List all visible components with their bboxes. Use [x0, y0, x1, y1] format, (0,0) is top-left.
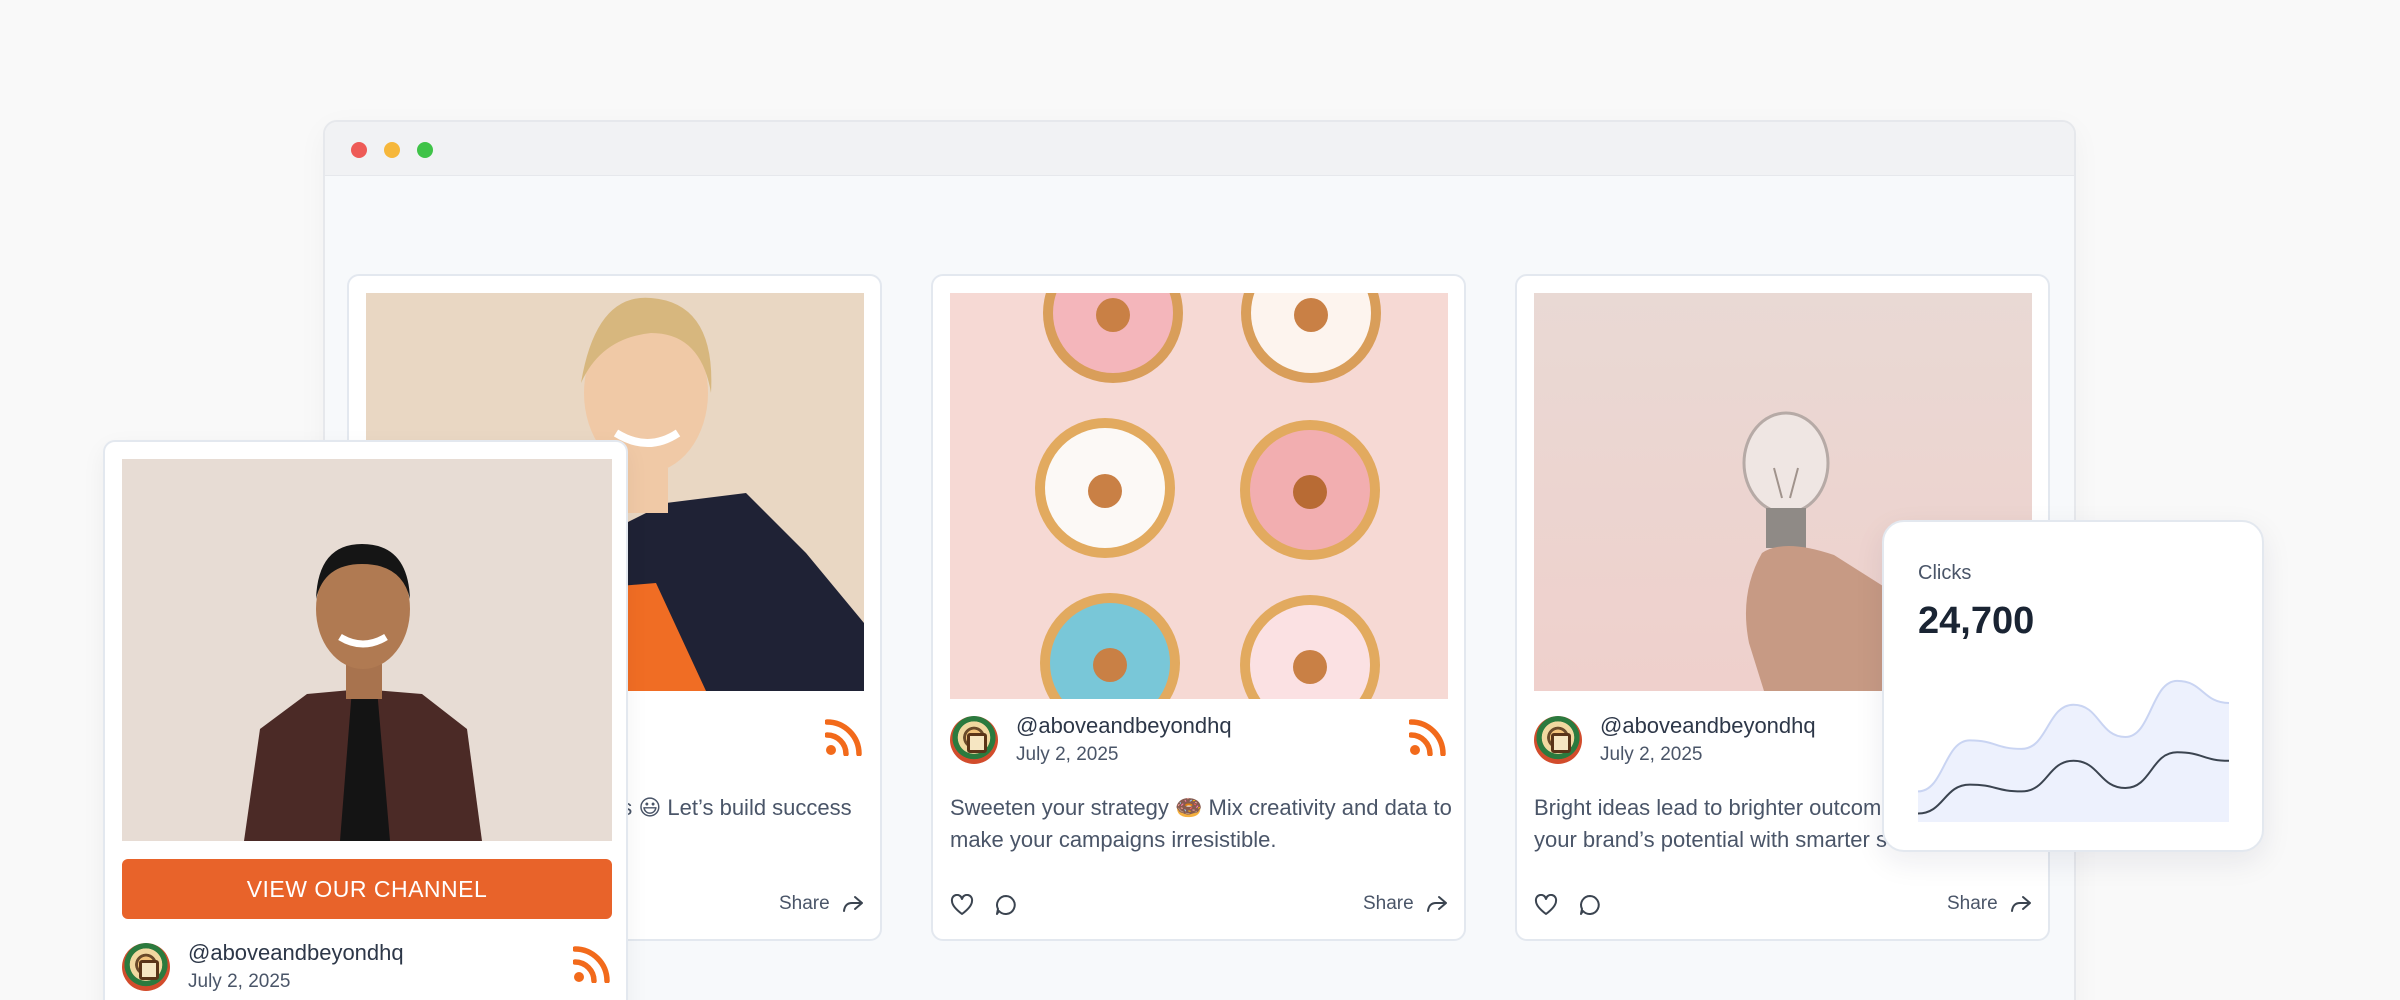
- featured-post-date: July 2, 2025: [188, 971, 291, 992]
- stats-label: Clicks: [1918, 562, 1972, 584]
- chart-area-series: [1918, 680, 2229, 822]
- post-caption: es 😃 Let’s build success e.: [609, 792, 852, 856]
- post-caption-line: es 😃 Let’s build success: [609, 795, 852, 820]
- minimize-window-button[interactable]: [384, 142, 400, 158]
- post-caption-line: Bright ideas lead to brighter outcom: [1534, 795, 1882, 820]
- share-arrow-icon: [2010, 896, 2031, 912]
- comment-bubble-icon[interactable]: [994, 893, 1018, 917]
- share-button[interactable]: Share: [779, 893, 864, 915]
- share-arrow-icon: [842, 896, 863, 912]
- share-arrow-icon: [1426, 896, 1447, 912]
- clicks-area-chart: [1918, 679, 2229, 822]
- post-caption-line: e.: [609, 824, 852, 856]
- comment-bubble-icon[interactable]: [1578, 893, 1602, 917]
- author-avatar[interactable]: [1534, 716, 1582, 764]
- share-button[interactable]: Share: [1363, 893, 1448, 915]
- rss-feed-icon: [573, 946, 610, 983]
- like-heart-icon[interactable]: [950, 894, 974, 916]
- close-window-button[interactable]: [351, 142, 367, 158]
- window-titlebar: [325, 122, 2074, 176]
- featured-author-handle[interactable]: @aboveandbeyondhq: [188, 939, 404, 967]
- share-label: Share: [1363, 893, 1414, 914]
- stats-value: 24,700: [1918, 600, 2035, 642]
- rss-feed-icon: [1409, 719, 1446, 756]
- clicks-stats-card: Clicks 24,700: [1882, 520, 2264, 852]
- maximize-window-button[interactable]: [417, 142, 433, 158]
- post-caption-line: your brand’s potential with smarter s: [1534, 827, 1887, 852]
- rss-feed-icon: [825, 719, 862, 756]
- share-label: Share: [779, 893, 830, 914]
- share-button[interactable]: Share: [1947, 893, 2032, 915]
- post-author-handle[interactable]: @aboveandbeyondhq: [1600, 712, 1816, 740]
- like-heart-icon[interactable]: [1534, 894, 1558, 916]
- post-image: [950, 293, 1448, 699]
- author-avatar[interactable]: [950, 716, 998, 764]
- post-card[interactable]: @aboveandbeyondhq July 2, 2025 Sweeten y…: [931, 274, 1466, 941]
- share-label: Share: [1947, 893, 1998, 914]
- author-avatar[interactable]: [122, 943, 170, 991]
- featured-channel-card: VIEW OUR CHANNEL @aboveandbeyondhq July …: [103, 440, 628, 1000]
- post-caption-line: Sweeten your strategy 🍩 Mix creativity a…: [950, 795, 1452, 820]
- post-author-handle[interactable]: @aboveandbeyondhq: [1016, 712, 1232, 740]
- post-caption-line: make your campaigns irresistible.: [950, 827, 1277, 852]
- view-channel-button[interactable]: VIEW OUR CHANNEL: [122, 859, 612, 919]
- post-date: July 2, 2025: [1016, 744, 1119, 765]
- post-date: July 2, 2025: [1600, 744, 1703, 765]
- post-caption: Sweeten your strategy 🍩 Mix creativity a…: [950, 792, 1452, 856]
- featured-image: [122, 459, 612, 841]
- post-caption: Bright ideas lead to brighter outcom you…: [1534, 792, 1887, 856]
